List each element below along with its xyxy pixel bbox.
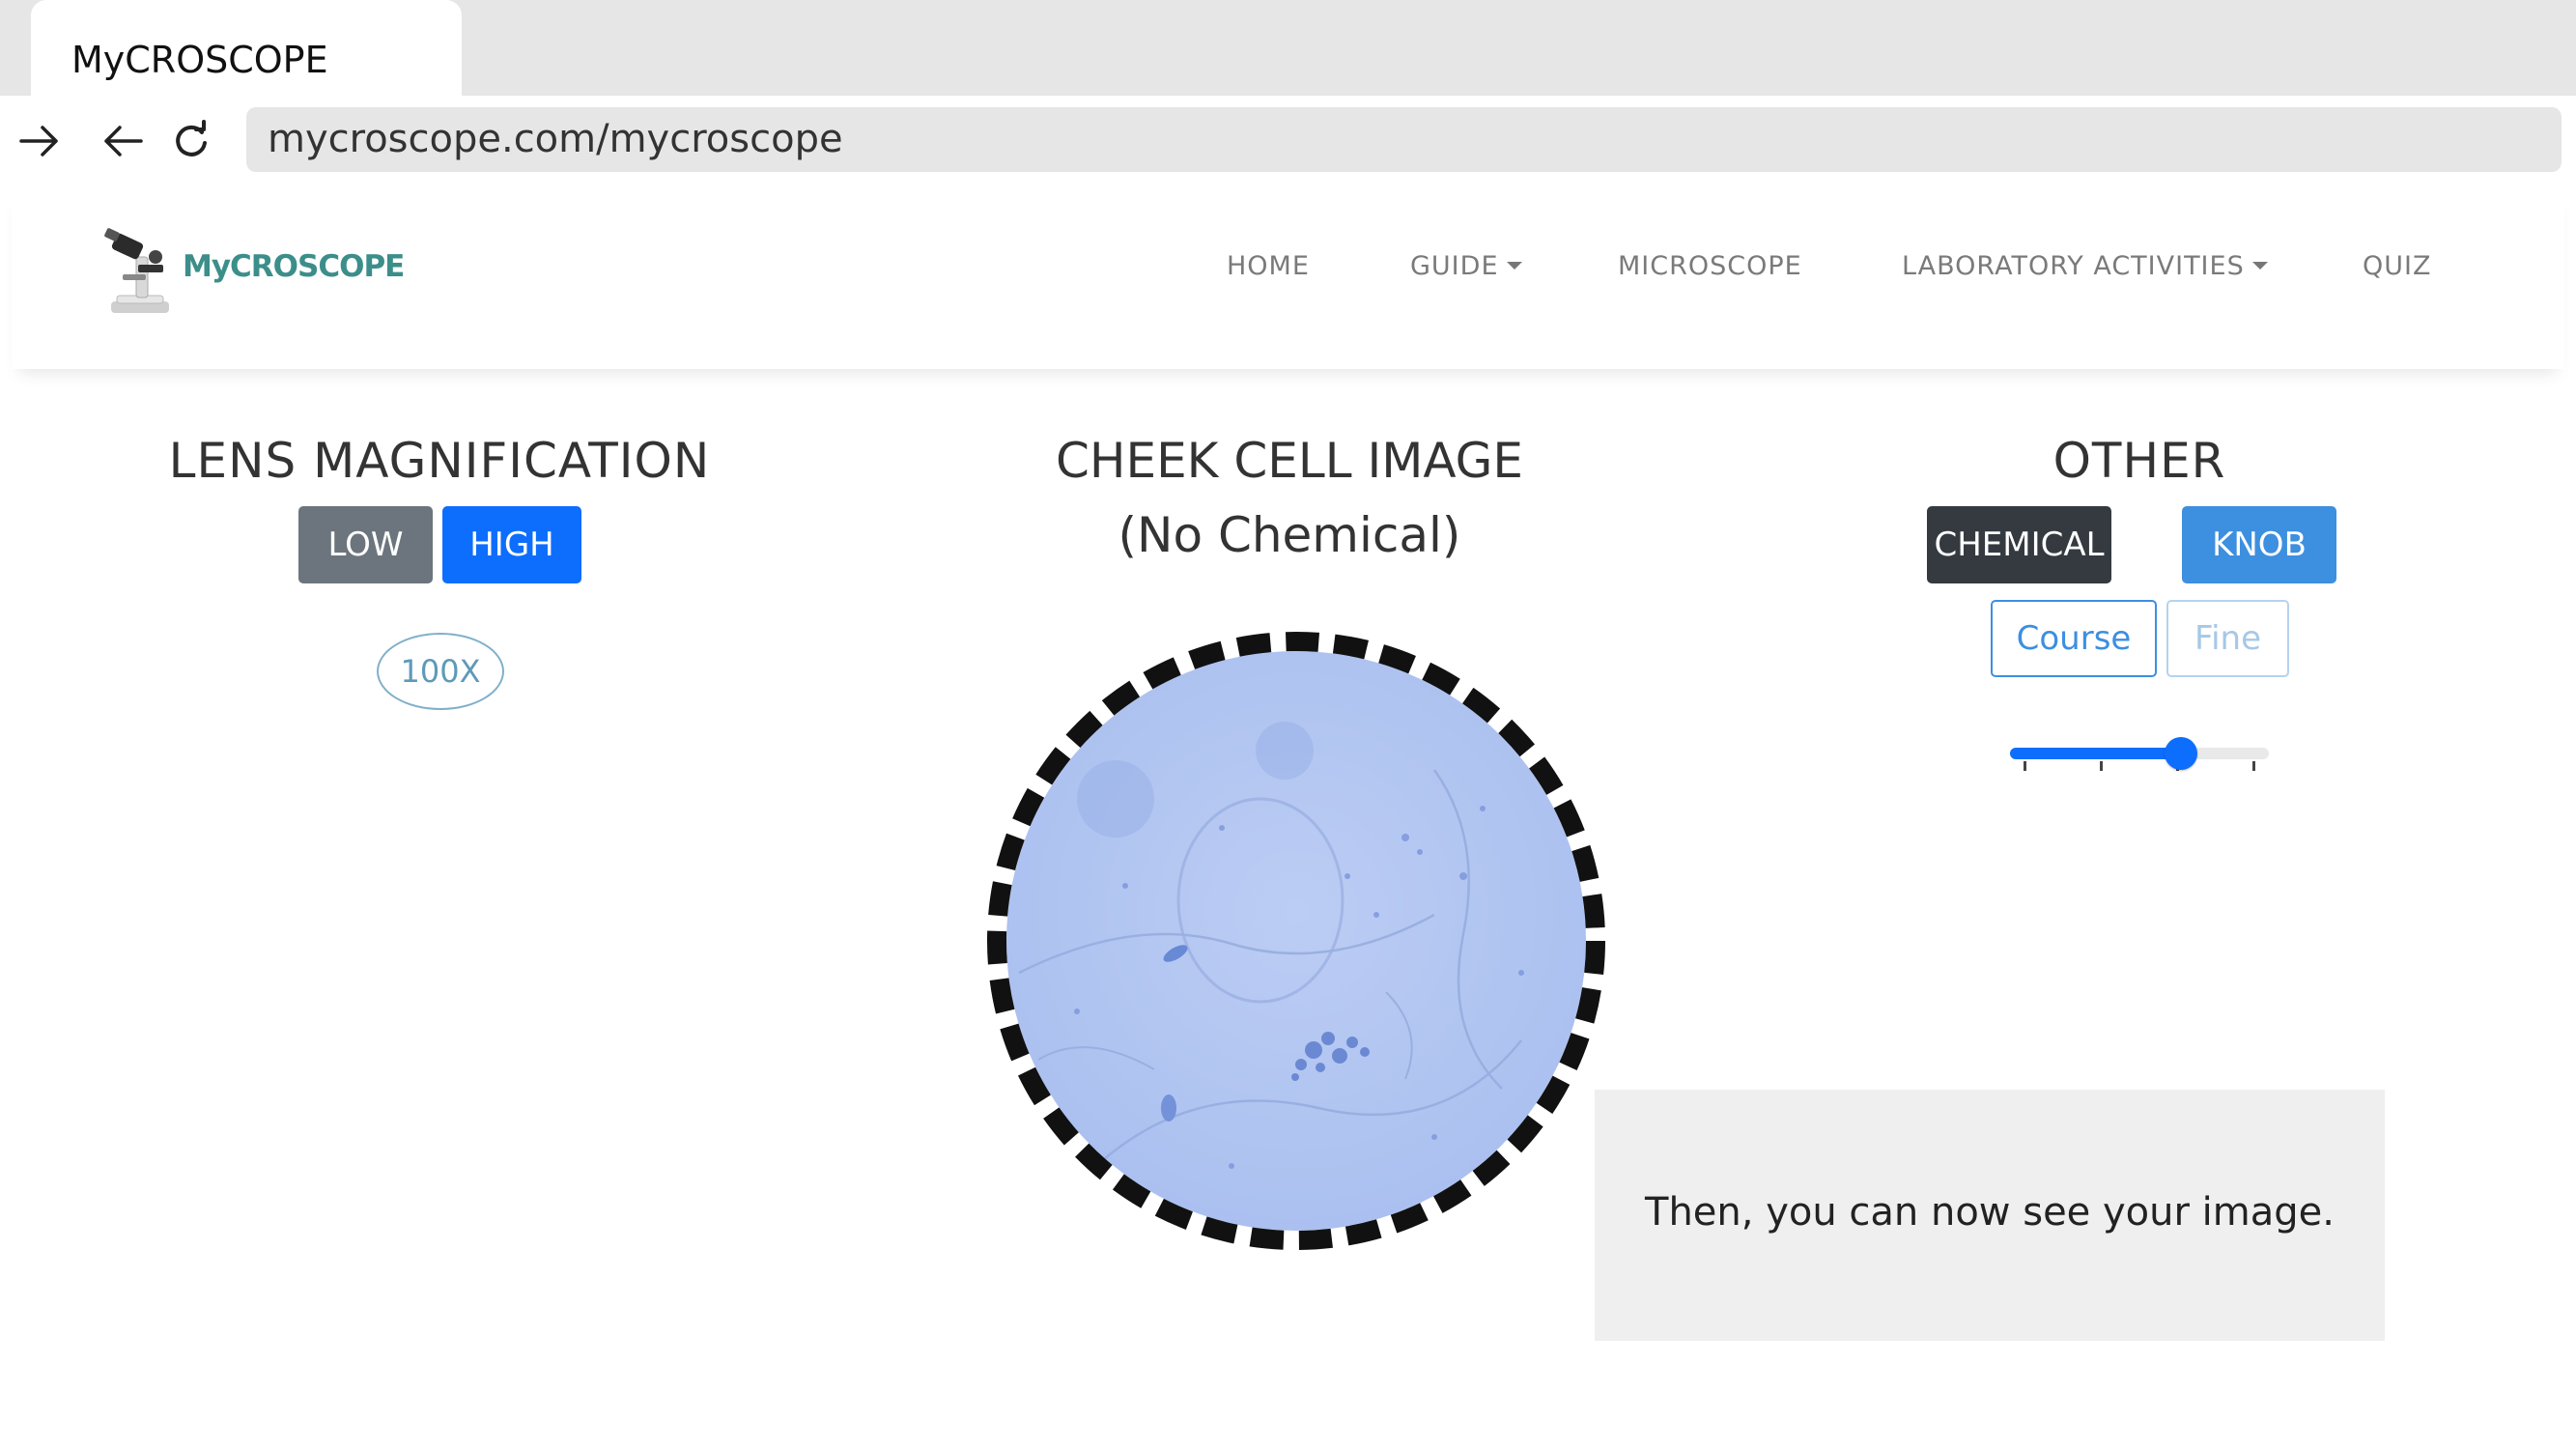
nav-item-microscope[interactable]: MICROSCOPE [1618,251,1802,281]
slider-tick [2100,761,2103,771]
cheek-cell-subtitle: (No Chemical) [1118,507,1461,563]
high-magnification-button[interactable]: HIGH [442,506,581,583]
slider-tick [2024,761,2026,771]
nav-item-laboratory-activities[interactable]: LABORATORY ACTIVITIES [1902,251,2268,281]
microscope-view [980,625,1612,1257]
site-navbar: MyCROSCOPE HOME GUIDE MICROSCOPE LABORAT… [12,189,2564,369]
lens-magnification-title: LENS MAGNIFICATION [168,433,711,489]
nav-item-guide[interactable]: GUIDE [1410,251,1522,281]
nav-item-home[interactable]: HOME [1227,251,1310,281]
slider-tick [2252,761,2255,771]
focus-slider[interactable] [2004,734,2275,773]
brand-name: MyCROSCOPE [183,249,405,284]
back-icon[interactable] [97,118,149,164]
url-text: mycroscope.com/mycroscope [268,117,843,161]
brand-logo-link[interactable]: MyCROSCOPE [103,228,422,317]
instruction-box: Then, you can now see your image. [1595,1090,2385,1341]
cheek-cell-title: CHEEK CELL IMAGE [1055,433,1524,489]
instruction-text: Then, you can now see your image. [1645,1190,2335,1235]
course-focus-button[interactable]: Course [1991,600,2157,677]
url-bar[interactable]: mycroscope.com/mycroscope [246,107,2562,172]
fine-focus-button[interactable]: Fine [2166,600,2289,677]
knob-button[interactable]: KNOB [2182,506,2336,583]
slider-fill [2010,748,2181,759]
magnification-badge: 100X [377,633,504,710]
reload-icon[interactable] [167,118,215,164]
nav-item-quiz[interactable]: QUIZ [2363,251,2431,281]
tab-title: MyCROSCOPE [71,39,328,81]
slider-thumb[interactable] [2164,737,2197,770]
low-magnification-button[interactable]: LOW [298,506,433,583]
microscope-logo-icon [104,228,169,313]
chemical-button[interactable]: CHEMICAL [1927,506,2111,583]
caret-down-icon [1506,262,1522,270]
browser-tab[interactable]: MyCROSCOPE [31,0,462,102]
other-title: OTHER [2052,433,2226,489]
caret-down-icon [2251,262,2268,270]
forward-icon[interactable] [14,118,66,164]
